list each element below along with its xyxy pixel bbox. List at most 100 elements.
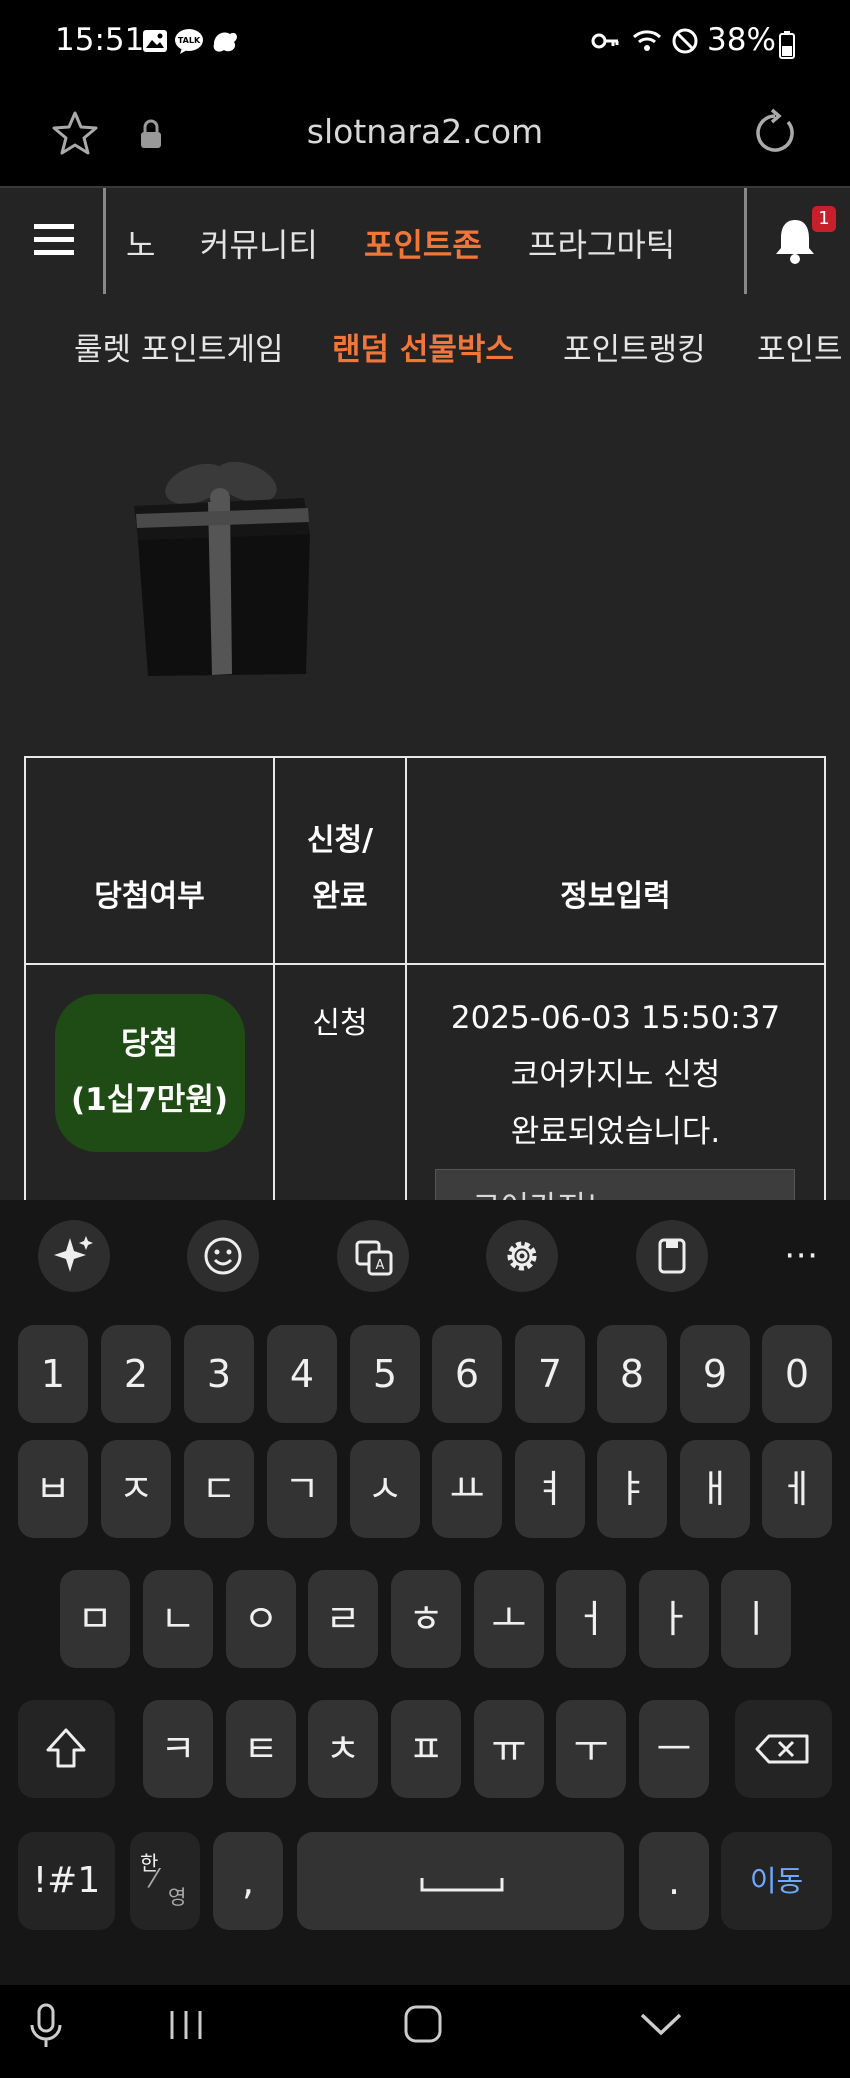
- gift-box-content: 당첨여부 신청/ 완료 정보입력 당첨 (1십7만원) 신청 2025-06-0…: [0, 394, 850, 1200]
- key-p[interactable]: ㅍ: [391, 1700, 461, 1798]
- key-eo[interactable]: ㅓ: [556, 1570, 626, 1668]
- key-s[interactable]: ㅅ: [350, 1440, 420, 1538]
- space-key[interactable]: [297, 1832, 624, 1930]
- key-ae[interactable]: ㅐ: [680, 1440, 750, 1538]
- translate-icon: A: [355, 1240, 393, 1276]
- win-amount: (1십7만원): [70, 1082, 229, 1118]
- status-time: 15:51: [55, 22, 145, 58]
- gear-icon: [507, 1241, 537, 1271]
- casino-select[interactable]: 코어카지노 ⌄: [435, 1169, 795, 1200]
- comma-key[interactable]: ,: [213, 1832, 283, 1930]
- gallery-icon: [143, 30, 167, 52]
- key-r[interactable]: ㄹ: [308, 1570, 378, 1668]
- microphone-icon[interactable]: [26, 2001, 66, 2051]
- nav-item-pragmatic[interactable]: 프라그마틱: [528, 220, 675, 266]
- info-message-2: 완료되었습니다.: [510, 1114, 721, 1150]
- key-m[interactable]: ㅁ: [60, 1570, 130, 1668]
- key-k[interactable]: ㅋ: [143, 1700, 213, 1798]
- svg-text:A: A: [376, 1258, 385, 1273]
- key-b[interactable]: ㅂ: [18, 1440, 88, 1538]
- subnav-point-ranking[interactable]: 포인트랭킹: [563, 324, 706, 369]
- shift-key[interactable]: [18, 1700, 115, 1798]
- nav-item-community[interactable]: 커뮤니티: [200, 220, 318, 266]
- info-timestamp: 2025-06-03 15:50:37: [450, 1000, 781, 1036]
- key-t[interactable]: ㅌ: [226, 1700, 296, 1798]
- apply-status-cell: 신청: [273, 963, 407, 1200]
- space-bar-icon: [420, 1878, 504, 1892]
- key-e[interactable]: ㅔ: [762, 1440, 832, 1538]
- lang-divider: ⁄: [152, 1864, 157, 1894]
- key-j[interactable]: ㅈ: [101, 1440, 171, 1538]
- key-icon: [591, 33, 619, 49]
- period-key[interactable]: .: [639, 1832, 709, 1930]
- backspace-icon: [755, 1734, 809, 1764]
- key-9[interactable]: 9: [680, 1325, 750, 1423]
- hamburger-menu-icon[interactable]: [34, 222, 74, 258]
- key-6[interactable]: 6: [432, 1325, 502, 1423]
- emoji-button[interactable]: [187, 1220, 259, 1292]
- url-text[interactable]: slotnara2.com: [0, 112, 850, 151]
- more-options-icon[interactable]: ⋯: [776, 1230, 826, 1280]
- subnav-roulette[interactable]: 룰렛 포인트게임: [74, 324, 284, 369]
- key-ch[interactable]: ㅊ: [308, 1700, 378, 1798]
- key-5[interactable]: 5: [350, 1325, 420, 1423]
- key-yo[interactable]: ㅛ: [432, 1440, 502, 1538]
- key-i[interactable]: ㅣ: [721, 1570, 791, 1668]
- svg-text:TALK: TALK: [178, 36, 201, 45]
- key-o[interactable]: ㅗ: [474, 1570, 544, 1668]
- subnav-random-gift-box[interactable]: 랜덤 선물박스: [332, 324, 514, 369]
- do-not-disturb-icon: [672, 28, 698, 54]
- key-g[interactable]: ㄱ: [267, 1440, 337, 1538]
- key-4[interactable]: 4: [267, 1325, 337, 1423]
- key-3[interactable]: 3: [184, 1325, 254, 1423]
- language-switch-key[interactable]: 한 ⁄ 영: [130, 1832, 200, 1930]
- key-n[interactable]: ㄴ: [143, 1570, 213, 1668]
- header-win-status: 당첨여부: [24, 756, 275, 965]
- key-ya[interactable]: ㅑ: [597, 1440, 667, 1538]
- status-bar: 15:51 TALK 38%: [0, 0, 850, 90]
- key-u[interactable]: ㅜ: [556, 1700, 626, 1798]
- recent-apps-icon[interactable]: [164, 2005, 208, 2045]
- lang-english: 영: [168, 1885, 187, 1909]
- casino-select-value: 코어카지노: [472, 1190, 615, 1200]
- subnav-point-more[interactable]: 포인트: [757, 324, 843, 369]
- battery-icon: [779, 31, 795, 59]
- main-nav: 노 커뮤니티 포인트존 프라그마틱 1: [0, 186, 850, 296]
- table-row: 당첨 (1십7만원) 신청 2025-06-03 15:50:37 코어카지노 …: [24, 963, 826, 1200]
- hide-keyboard-icon[interactable]: [636, 2007, 686, 2043]
- keyboard-settings-button[interactable]: [486, 1220, 558, 1292]
- key-h[interactable]: ㅎ: [391, 1570, 461, 1668]
- key-yeo[interactable]: ㅕ: [515, 1440, 585, 1538]
- key-yu[interactable]: ㅠ: [474, 1700, 544, 1798]
- key-2[interactable]: 2: [101, 1325, 171, 1423]
- nav-item-point-zone[interactable]: 포인트존: [364, 220, 482, 266]
- bell-icon[interactable]: [773, 216, 817, 266]
- key-0[interactable]: 0: [762, 1325, 832, 1423]
- reload-icon[interactable]: [750, 108, 800, 158]
- symbols-key[interactable]: !#1: [18, 1832, 115, 1930]
- backspace-key[interactable]: [735, 1700, 832, 1798]
- info-cell: 2025-06-03 15:50:37 코어카지노 신청 완료되었습니다. 코어…: [405, 963, 826, 1200]
- key-eu[interactable]: ㅡ: [639, 1700, 709, 1798]
- kakaotalk-icon: TALK: [175, 29, 203, 54]
- key-1[interactable]: 1: [18, 1325, 88, 1423]
- shift-arrow-icon: [46, 1728, 86, 1768]
- key-7[interactable]: 7: [515, 1325, 585, 1423]
- gift-box-image: [134, 461, 310, 676]
- browser-address-bar: slotnara2.com: [0, 90, 850, 186]
- clipboard-button[interactable]: [636, 1220, 708, 1292]
- key-8[interactable]: 8: [597, 1325, 667, 1423]
- key-d[interactable]: ㄷ: [184, 1440, 254, 1538]
- home-icon[interactable]: [400, 2003, 448, 2047]
- app-notification-icon: [213, 32, 237, 52]
- sparkle-icon: [54, 1236, 93, 1272]
- win-badge: 당첨 (1십7만원): [54, 994, 245, 1152]
- nav-divider: [744, 188, 747, 294]
- ai-sparkle-button[interactable]: [38, 1220, 110, 1292]
- enter-key[interactable]: 이동: [721, 1832, 832, 1930]
- nav-item-casino[interactable]: 노: [126, 220, 155, 266]
- key-a[interactable]: ㅏ: [639, 1570, 709, 1668]
- header-apply-complete: 신청/ 완료: [273, 756, 407, 965]
- key-ng[interactable]: ㅇ: [226, 1570, 296, 1668]
- translate-button[interactable]: A: [337, 1220, 409, 1292]
